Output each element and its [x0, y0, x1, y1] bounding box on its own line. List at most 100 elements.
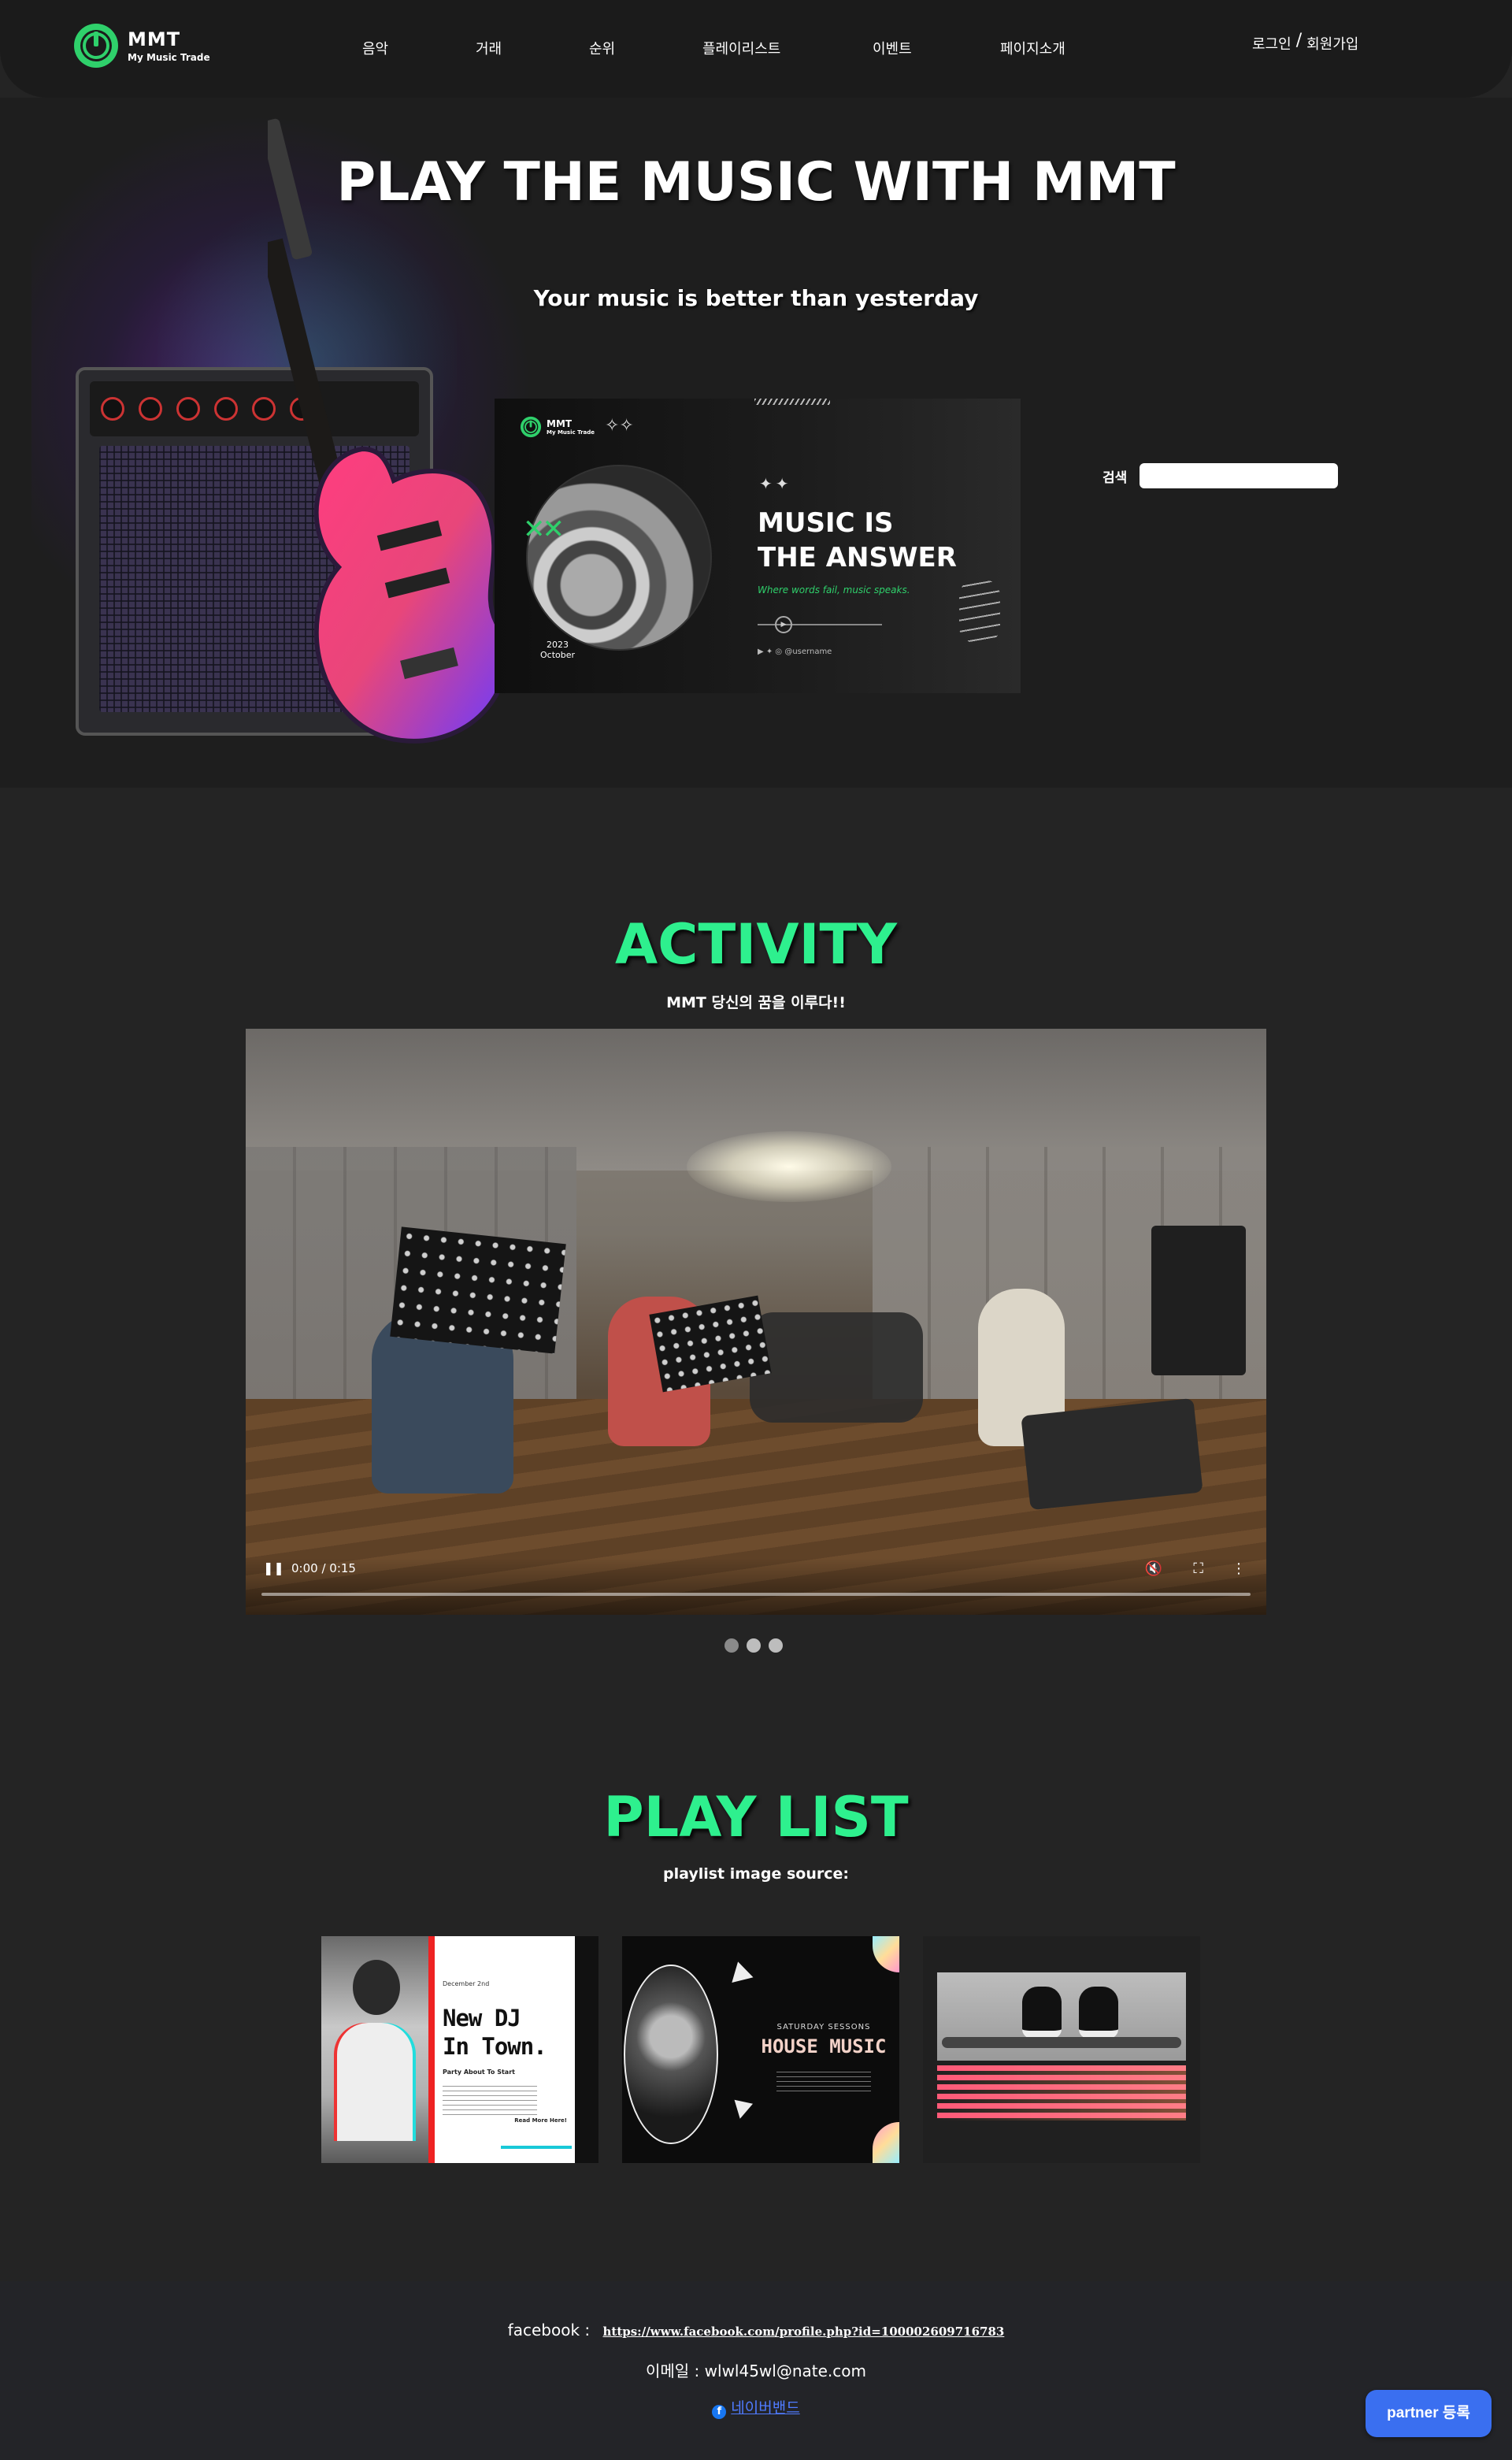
playlist-card[interactable]: SATURDAY SESSONS HOUSE MUSIC [622, 1936, 899, 2163]
video-scene [687, 1131, 891, 1202]
more-options-icon[interactable]: ⋮ [1232, 1560, 1246, 1577]
card-caption: Party About To Start [443, 2069, 515, 2076]
fullscreen-icon[interactable]: ⛶ [1193, 1560, 1203, 1577]
activity-subtitle: MMT 당신의 꿈을 이루다!! [666, 994, 846, 1011]
facebook-icon: f [712, 2405, 727, 2419]
sneaker-image [1079, 1987, 1118, 2039]
amp-knob [101, 397, 124, 421]
activity-title: ACTIVITY [615, 912, 897, 977]
facebook-link[interactable]: https://www.facebook.com/profile.php?id=… [602, 2325, 1004, 2339]
playlist-card[interactable] [923, 1936, 1200, 2163]
playlist-cards: December 2nd New DJ In Town. Party About… [321, 1936, 1200, 2163]
vinyl-record-image [526, 465, 712, 651]
carousel-dot[interactable] [747, 1638, 761, 1653]
card-title-line2: In Town. [443, 2033, 547, 2060]
nav-item-event[interactable]: 이벤트 [873, 38, 912, 58]
dj-photo [321, 1936, 428, 2163]
power-logo-icon [520, 416, 542, 438]
carousel-dot[interactable] [769, 1638, 783, 1653]
logo-name: MMT [128, 28, 181, 50]
card-accent [428, 1936, 435, 2163]
nav-item-playlist[interactable]: 플레이리스트 [702, 38, 780, 58]
login-link[interactable]: 로그인 [1252, 33, 1292, 54]
promo-date: 2023 October [540, 640, 575, 660]
search-label: 검색 [1102, 469, 1128, 486]
auth-links: 로그인 / 회원가입 [1252, 31, 1358, 54]
promo-banner: MMT My Music Trade ✧✧ ✕✕ 2023 October ✦✦… [495, 399, 1021, 693]
nav-item-music[interactable]: 음악 [362, 38, 388, 58]
footer: facebook : https://www.facebook.com/prof… [0, 2281, 1512, 2460]
triangle-shape [727, 1958, 754, 1983]
coil-decoration [959, 580, 1000, 643]
email-label: 이메일 : [646, 2362, 700, 2380]
amp-knob [214, 397, 238, 421]
promo-tagline: Where words fail, music speaks. [758, 584, 910, 596]
footer-band: f 네이버밴드 [0, 2396, 1512, 2419]
cross-marks-icon: ✕✕ [523, 514, 565, 545]
video-progress-bar[interactable] [261, 1593, 1251, 1596]
skateboard-image [942, 2037, 1181, 2048]
card-accent [501, 2146, 572, 2149]
promo-logo-subtitle: My Music Trade [547, 429, 595, 436]
naver-band-link[interactable]: 네이버밴드 [731, 2399, 799, 2417]
skateboard-photo [937, 1972, 1186, 2061]
play-icon: ▶ [775, 616, 792, 633]
search-input[interactable] [1140, 463, 1339, 488]
card-read-more: Read More Here! [514, 2117, 567, 2124]
video-controls [246, 1558, 1266, 1615]
facebook-label: facebook : [507, 2321, 591, 2339]
signup-link[interactable]: 회원가입 [1306, 33, 1358, 54]
mute-icon[interactable]: 🔇 [1145, 1560, 1162, 1577]
email-value: wlwl45wl@nate.com [704, 2362, 866, 2380]
nav-item-about[interactable]: 페이지소개 [1000, 38, 1065, 58]
card-body-text [443, 2086, 537, 2117]
amp-knob [176, 397, 200, 421]
logo-subtitle: My Music Trade [128, 52, 210, 63]
electric-guitar-image [268, 118, 508, 744]
promo-month: October [540, 650, 576, 660]
card-title: New DJ In Town. [443, 2004, 547, 2061]
sneaker-image [1022, 1987, 1062, 2039]
sparkle-icon: ✦✦ [759, 474, 792, 493]
promo-year: 2023 [547, 640, 569, 650]
auth-separator: / [1295, 31, 1303, 50]
footer-facebook: facebook : https://www.facebook.com/prof… [0, 2321, 1512, 2339]
top-nav: MMT My Music Trade 음악 거래 순위 플레이리스트 이벤트 페… [0, 0, 1512, 98]
card-accent [575, 1936, 598, 2163]
video-scene [390, 1226, 566, 1354]
footer-email: 이메일 : wlwl45wl@nate.com [0, 2358, 1512, 2381]
video-scene [750, 1312, 923, 1423]
activity-video[interactable]: ❚❚ 0:00 / 0:15 🔇 ⛶ ⋮ [246, 1029, 1266, 1615]
pause-icon[interactable]: ❚❚ [263, 1560, 284, 1575]
amp-knob [139, 397, 162, 421]
carousel-dot[interactable] [724, 1638, 739, 1653]
sparkle-icon: ✧✧ [605, 416, 634, 436]
site-logo[interactable]: MMT My Music Trade [72, 22, 210, 69]
video-scene [1021, 1397, 1203, 1511]
social-icons: ▶ ✦ ◎ [758, 647, 785, 656]
promo-headline: MUSIC IS THE ANSWER [758, 506, 957, 575]
playlist-title: PLAY LIST [603, 1785, 909, 1850]
holographic-shape [873, 2122, 899, 2163]
promo-social: ▶ ✦ ◎ @username [758, 647, 832, 656]
hero-subtitle: Your music is better than yesterday [533, 285, 979, 311]
promo-social-handle: @username [784, 647, 832, 656]
triangle-shape [730, 2099, 754, 2121]
card-title: HOUSE MUSIC [761, 2035, 887, 2057]
singer-photo [624, 1965, 718, 2144]
search-bar: 검색 [1102, 463, 1339, 488]
playlist-card[interactable]: December 2nd New DJ In Town. Party About… [321, 1936, 598, 2163]
promo-headline-line1: MUSIC IS [758, 507, 894, 539]
promo-logo-name: MMT [547, 418, 573, 429]
carousel-dots [724, 1638, 783, 1653]
nav-item-ranking[interactable]: 순위 [589, 38, 615, 58]
card-subtitle: SATURDAY SESSONS [776, 2023, 871, 2031]
stripes-decoration [937, 2065, 1186, 2120]
video-time: 0:00 / 0:15 [291, 1561, 356, 1575]
playlist-subtitle: playlist image source: [662, 1865, 849, 1883]
hero-section: PLAY THE MUSIC WITH MMT Your music is be… [0, 98, 1512, 788]
hero-title: PLAY THE MUSIC WITH MMT [336, 151, 1176, 213]
nav-item-trade[interactable]: 거래 [476, 38, 502, 58]
power-logo-icon [74, 24, 118, 68]
partner-register-button[interactable]: partner 등록 [1366, 2390, 1492, 2437]
